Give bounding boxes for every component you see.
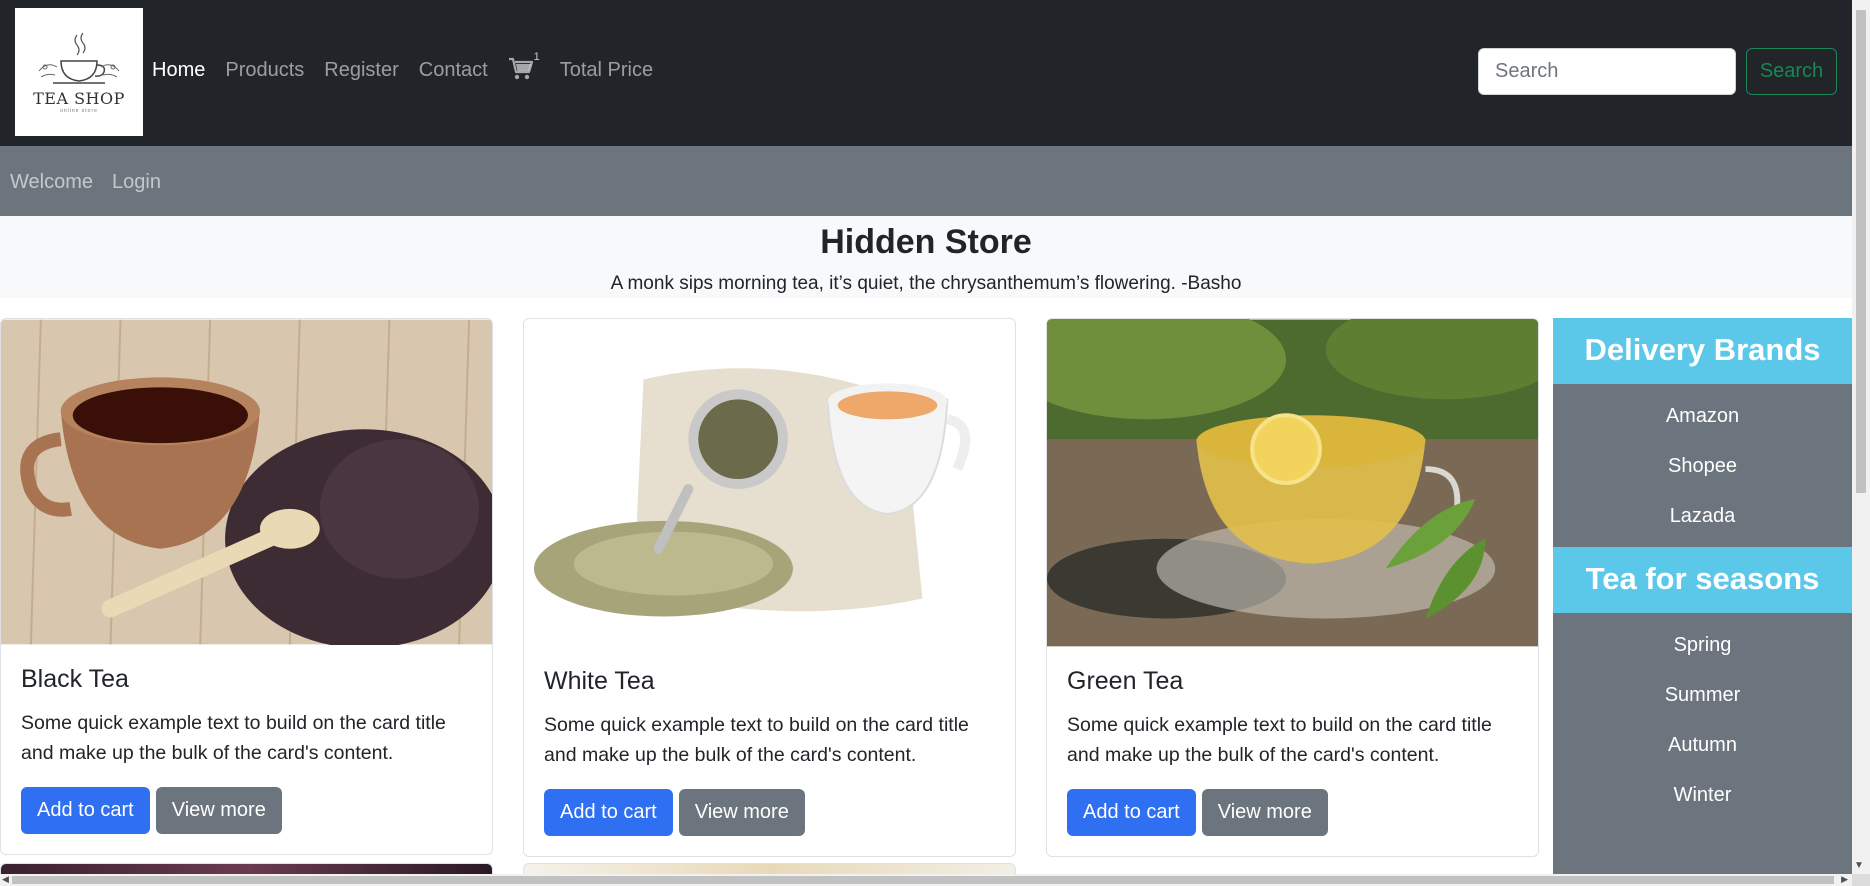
sidebar-item-spring[interactable]: Spring [1553,620,1852,670]
hero-quote: A monk sips morning tea, it’s quiet, the… [610,273,1242,294]
card-text: Some quick example text to build on the … [544,714,969,766]
cart-link[interactable]: 1 [508,51,540,83]
logo-text: TEA SHOP [33,88,125,108]
shopping-cart-icon [508,57,533,80]
white-tea-image [524,319,1015,647]
hero-section: Hidden Store A monk sips morning tea, it… [0,216,1852,298]
page-title: Hidden Store [820,223,1032,261]
add-to-cart-button[interactable]: Add to cart [21,787,150,834]
sidebar-item-lazada[interactable]: Lazada [1553,491,1852,541]
card-text: Some quick example text to build on the … [1067,714,1492,766]
horizontal-scrollbar-thumb[interactable] [12,876,1834,884]
add-to-cart-button[interactable]: Add to cart [544,789,673,836]
nav-products[interactable]: Products [225,59,304,82]
view-more-button[interactable]: View more [155,787,282,834]
secondary-navbar: Welcome Login [0,146,1852,216]
card-title: Black Tea [21,665,129,693]
nav-register[interactable]: Register [324,59,398,82]
delivery-brands-heading: Delivery Brands [1553,318,1852,384]
card-text: Some quick example text to build on the … [21,712,446,764]
view-more-button[interactable]: View more [1201,789,1328,836]
sidebar-item-winter[interactable]: Winter [1553,770,1852,820]
card-title: White Tea [544,667,655,695]
vertical-scrollbar[interactable] [1852,0,1870,874]
add-to-cart-button[interactable]: Add to cart [1067,789,1196,836]
product-card-white-tea: White Tea Some quick example text to bui… [523,318,1016,857]
search-button[interactable]: Search [1746,48,1837,95]
cart-count-badge: 1 [533,51,540,63]
product-card-green-tea: Green Tea Some quick example text to bui… [1046,318,1539,857]
scroll-down-arrow-icon[interactable]: ▼ [1854,860,1864,871]
welcome-link[interactable]: Welcome [10,171,93,194]
tea-for-seasons-heading: Tea for seasons [1553,547,1852,613]
teacup-logo-icon [38,32,120,84]
nav-contact[interactable]: Contact [419,59,488,82]
nav-total-price[interactable]: Total Price [560,59,653,82]
logo-subtext: online store [60,107,98,114]
product-card-black-tea: Black Tea Some quick example text to bui… [0,318,493,855]
login-link[interactable]: Login [112,171,161,194]
card-title: Green Tea [1067,667,1184,695]
view-more-button[interactable]: View more [678,789,805,836]
green-tea-image [1047,319,1538,647]
nav-home[interactable]: Home [152,59,205,82]
search-input[interactable] [1478,48,1736,95]
nav-links: Home Products Register Contact 1 Total P… [152,51,673,83]
top-navbar: TEA SHOP online store Home Products Regi… [0,0,1852,146]
scrollbar-corner [1852,874,1870,886]
sidebar: Delivery Brands Amazon Shopee Lazada Tea… [1553,318,1852,886]
sidebar-item-summer[interactable]: Summer [1553,670,1852,720]
vertical-scrollbar-thumb[interactable] [1856,10,1866,493]
scroll-left-arrow-icon[interactable]: ◀ [2,874,9,885]
page: TEA SHOP online store Home Products Regi… [0,0,1870,886]
sidebar-item-shopee[interactable]: Shopee [1553,441,1852,491]
scroll-right-arrow-icon[interactable]: ▶ [1841,874,1848,885]
sidebar-item-autumn[interactable]: Autumn [1553,720,1852,770]
black-tea-image [1,319,492,645]
sidebar-item-amazon[interactable]: Amazon [1553,391,1852,441]
seasons-list: Spring Summer Autumn Winter [1553,613,1852,826]
logo[interactable]: TEA SHOP online store [15,8,143,136]
delivery-brands-list: Amazon Shopee Lazada [1553,384,1852,547]
horizontal-scrollbar[interactable]: ◀ ▶ [0,874,1852,886]
